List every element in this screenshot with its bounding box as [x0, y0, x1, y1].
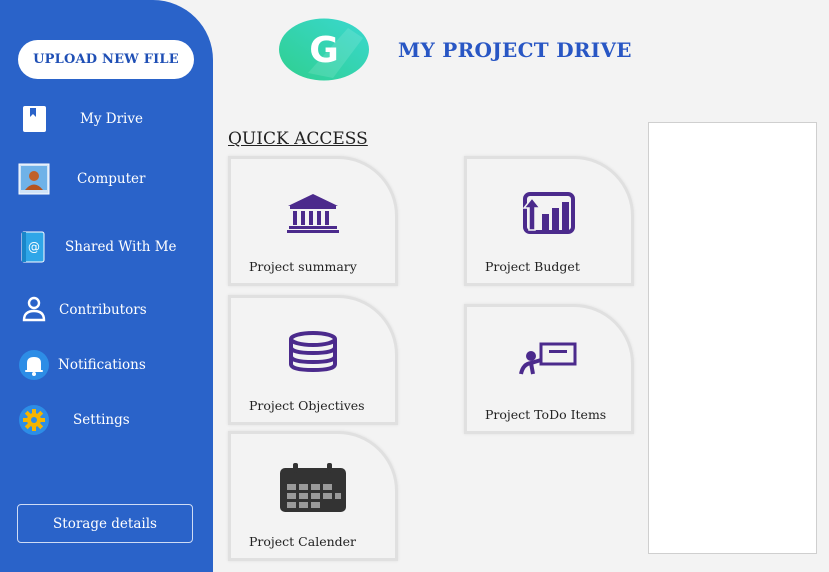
- card-project-todo-items[interactable]: Project ToDo Items: [464, 304, 634, 434]
- sidebar-item-label: Notifications: [58, 357, 146, 373]
- sidebar-item-label: Computer: [77, 171, 146, 187]
- person-icon: [22, 296, 46, 322]
- sidebar-item-notifications[interactable]: Notifications: [0, 345, 213, 385]
- bell-icon: [18, 349, 50, 381]
- sidebar: UPLOAD NEW FILE My Drive Computer @ Shar…: [0, 0, 213, 572]
- book-icon: [22, 105, 48, 133]
- svg-text:@: @: [28, 240, 40, 254]
- page-title: MY PROJECT DRIVE: [398, 38, 632, 62]
- bank-icon: [231, 192, 395, 234]
- card-project-objectives[interactable]: Project Objectives: [228, 295, 398, 425]
- card-label: Project Calender: [249, 534, 357, 549]
- bar-chart-icon: [467, 192, 631, 234]
- logo: G: [278, 18, 370, 81]
- card-label: Project Objectives: [249, 398, 365, 413]
- sidebar-item-contributors[interactable]: Contributors: [0, 290, 213, 330]
- computer-icon: [18, 163, 50, 195]
- card-project-calender[interactable]: Project Calender: [228, 431, 398, 561]
- contact-book-icon: @: [21, 231, 45, 263]
- sidebar-item-computer[interactable]: Computer: [0, 159, 213, 199]
- sidebar-item-settings[interactable]: Settings: [0, 400, 213, 440]
- card-project-budget[interactable]: Project Budget: [464, 156, 634, 286]
- sidebar-item-label: My Drive: [80, 111, 143, 127]
- upload-new-file-button[interactable]: UPLOAD NEW FILE: [18, 40, 194, 79]
- gear-icon: [18, 404, 50, 436]
- quick-access-title: QUICK ACCESS: [228, 129, 368, 149]
- storage-details-button[interactable]: Storage details: [17, 504, 193, 543]
- card-label: Project ToDo Items: [485, 407, 607, 422]
- database-icon: [231, 331, 395, 373]
- card-label: Project Budget: [485, 259, 580, 274]
- preview-panel: [648, 122, 817, 554]
- sidebar-item-label: Contributors: [59, 302, 147, 318]
- logo-letter: G: [309, 30, 339, 71]
- sidebar-item-my-drive[interactable]: My Drive: [0, 99, 213, 139]
- card-label: Project summary: [249, 259, 357, 274]
- sidebar-item-shared-with-me[interactable]: @ Shared With Me: [0, 227, 213, 267]
- sidebar-item-label: Shared With Me: [65, 239, 177, 255]
- card-project-summary[interactable]: Project summary: [228, 156, 398, 286]
- calendar-icon: [231, 462, 395, 516]
- presentation-icon: [467, 340, 631, 378]
- sidebar-item-label: Settings: [73, 412, 130, 428]
